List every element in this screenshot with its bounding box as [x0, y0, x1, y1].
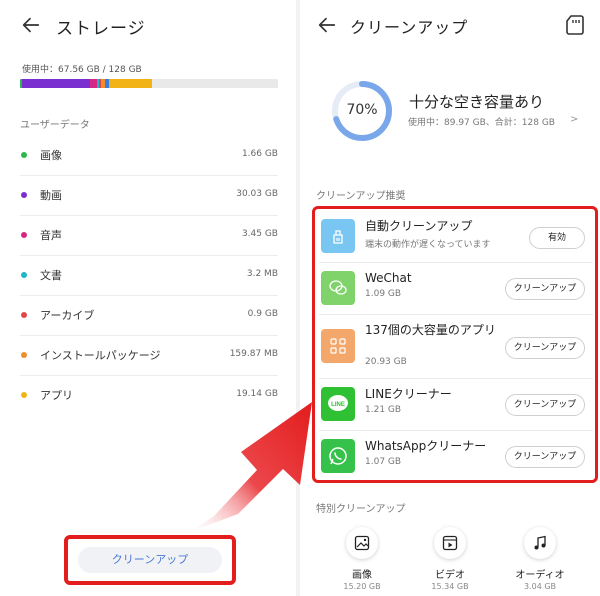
image-icon — [346, 527, 378, 559]
whatsapp-icon — [321, 439, 355, 473]
music-icon — [524, 527, 556, 559]
cleanup-header: クリーンアップ — [300, 12, 600, 40]
recommend-item-line[interactable]: LINE LINEクリーナー 1.21 GB クリーンアップ — [319, 381, 593, 431]
recommend-item-subtext: 1.09 GB — [365, 289, 402, 299]
recommend-item-subtext: 20.93 GB — [365, 357, 407, 367]
special-item-name: 画像 — [352, 570, 372, 581]
category-name: 画像 — [40, 149, 62, 162]
cleanup-button[interactable]: クリーンアップ — [505, 394, 585, 416]
category-size: 3.45 GB — [241, 229, 278, 239]
storage-header: ストレージ — [0, 12, 296, 40]
category-row-documents[interactable]: 文書 3.2 MB — [20, 256, 278, 296]
category-name: アーカイブ — [40, 309, 95, 322]
cleanup-button[interactable]: クリーンアップ — [505, 278, 585, 300]
category-name: インストールパッケージ — [40, 349, 161, 362]
usage-percent: 70% — [346, 102, 378, 118]
category-name: 文書 — [40, 269, 62, 282]
special-item-size: 3.04 GB — [523, 582, 557, 591]
category-row-video[interactable]: 動画 30.03 GB — [20, 176, 278, 216]
category-name: 動画 — [40, 189, 62, 202]
category-row-archives[interactable]: アーカイブ 0.9 GB — [20, 296, 278, 336]
category-size: 159.87 MB — [229, 349, 278, 359]
cleanup-button-highlight: クリーンアップ — [64, 535, 236, 585]
recommend-item-wechat[interactable]: WeChat 1.09 GB クリーンアップ — [319, 265, 593, 315]
recommend-item-name: 自動クリーンアップ — [365, 219, 473, 233]
recommend-item-name: WhatsAppクリーナー — [365, 439, 487, 453]
category-size: 30.03 GB — [236, 189, 278, 199]
category-dot — [21, 312, 27, 318]
bar-segment-video — [22, 79, 90, 88]
category-row-images[interactable]: 画像 1.66 GB — [20, 136, 278, 176]
enable-button[interactable]: 有効 — [529, 227, 585, 249]
storage-status-title: 十分な空き容量あり — [409, 93, 545, 111]
recommend-item-name: 137個の大容量のアプリ — [365, 323, 496, 337]
special-item-size: 15.20 GB — [343, 582, 381, 591]
storage-usage-text: 使用中：67.56 GB / 128 GB — [22, 65, 142, 75]
category-name: 音声 — [40, 229, 62, 242]
special-item-video[interactable]: ビデオ 15.34 GB — [420, 527, 480, 591]
category-size: 0.9 GB — [247, 309, 278, 319]
wechat-icon — [321, 271, 355, 305]
recommendations-highlight: 自動クリーンアップ 端末の動作が遅くなっています 有効 WeChat 1.09 … — [312, 206, 598, 483]
video-icon — [434, 527, 466, 559]
category-size: 19.14 GB — [236, 389, 278, 399]
apps-grid-icon — [321, 329, 355, 363]
category-size: 1.66 GB — [241, 149, 278, 159]
storage-screen: ストレージ 使用中：67.56 GB / 128 GB ユーザーデータ 画像 1… — [0, 0, 296, 596]
category-list: 画像 1.66 GB 動画 30.03 GB 音声 3.45 GB 文書 3.2… — [20, 136, 278, 416]
recommend-item-whatsapp[interactable]: WhatsAppクリーナー 1.07 GB クリーンアップ — [319, 433, 593, 483]
category-dot — [21, 152, 27, 158]
category-dot — [21, 352, 27, 358]
category-name: アプリ — [40, 389, 73, 402]
chevron-right-icon[interactable]: > — [570, 114, 578, 125]
recommend-item-subtext: 1.21 GB — [365, 405, 402, 415]
bar-segment-audio — [90, 79, 97, 88]
recommend-item-name: WeChat — [365, 271, 412, 285]
cleanup-screen: クリーンアップ 70% 十分な空き容量あり 使用中：89.97 GB、合計：12… — [300, 0, 600, 596]
category-row-apps[interactable]: アプリ 19.14 GB — [20, 376, 278, 416]
recommend-item-name: LINEクリーナー — [365, 387, 452, 401]
special-item-images[interactable]: 画像 15.20 GB — [332, 527, 392, 591]
special-item-audio[interactable]: オーディオ 3.04 GB — [510, 527, 570, 591]
storage-usage-bar — [20, 79, 278, 88]
page-title: ストレージ — [56, 19, 146, 39]
category-dot — [21, 192, 27, 198]
recommend-item-subtext: 1.07 GB — [365, 457, 402, 467]
cleanup-button[interactable]: クリーンアップ — [78, 547, 222, 573]
storage-status-subtitle: 使用中：89.97 GB、合計：128 GB — [408, 118, 555, 128]
category-row-packages[interactable]: インストールパッケージ 159.87 MB — [20, 336, 278, 376]
bar-segment-apps — [109, 79, 152, 88]
special-item-name: オーディオ — [515, 570, 565, 581]
category-dot — [21, 232, 27, 238]
page-title: クリーンアップ — [350, 18, 469, 37]
special-item-name: ビデオ — [435, 570, 465, 581]
category-dot — [21, 272, 27, 278]
recommend-item-large-apps[interactable]: 137個の大容量のアプリ 20.93 GB クリーンアップ — [319, 317, 593, 379]
sd-card-icon[interactable] — [566, 15, 584, 35]
category-dot — [21, 392, 27, 398]
recommend-label: クリーンアップ推奨 — [316, 191, 406, 202]
cleanup-button[interactable]: クリーンアップ — [505, 446, 585, 468]
user-data-label: ユーザーデータ — [20, 120, 90, 131]
special-item-size: 15.34 GB — [431, 582, 469, 591]
recommend-item-subtext: 端末の動作が遅くなっています — [365, 240, 491, 250]
special-cleanup-label: 特別クリーンアップ — [316, 504, 406, 515]
recommend-item-auto-clean[interactable]: 自動クリーンアップ 端末の動作が遅くなっています 有効 — [319, 213, 593, 263]
cleanup-button[interactable]: クリーンアップ — [505, 337, 585, 359]
auto-clean-icon — [321, 219, 355, 253]
category-row-audio[interactable]: 音声 3.45 GB — [20, 216, 278, 256]
back-arrow-icon[interactable] — [20, 14, 42, 36]
svg-text:LINE: LINE — [331, 402, 345, 408]
category-size: 3.2 MB — [246, 269, 278, 279]
line-icon: LINE — [321, 387, 355, 421]
back-arrow-icon[interactable] — [316, 14, 338, 36]
